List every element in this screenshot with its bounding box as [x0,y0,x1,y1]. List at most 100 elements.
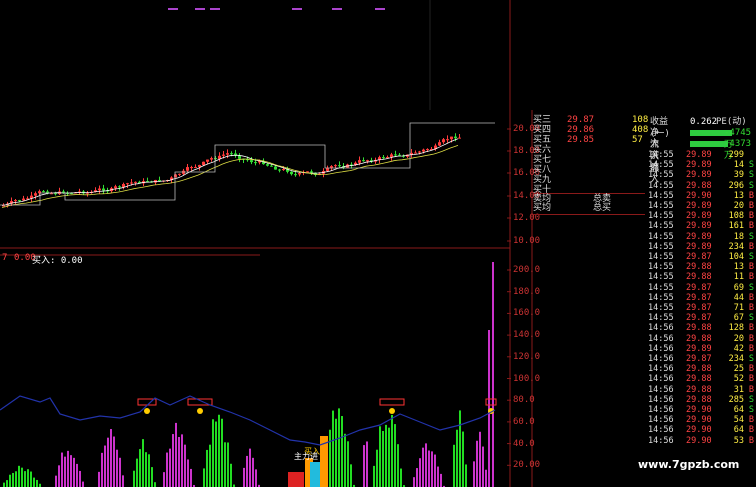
indicator-bar [203,468,205,487]
indicator-axis-tick: 40.0 [513,438,535,449]
indicator-bar [110,429,112,487]
indicator-axis-tick: 160.0 [513,308,541,319]
trade-price: 29.90 [686,435,712,446]
buy-total-label: 总买 [593,203,612,213]
indicator-bar [350,464,352,487]
indicator-bar [151,467,153,487]
candle-body [214,158,217,160]
indicator-bar [172,434,174,487]
candle-body [282,169,285,171]
sub-left-value-1: 7 [2,253,8,263]
indicator-bar [148,454,150,487]
indicator-axis-tick: 100.0 [513,373,541,384]
candle-body [414,152,417,154]
candlestick-series [2,133,461,208]
indicator-bar [187,459,189,487]
candle-body [330,166,333,168]
indicator-bar [382,430,384,487]
candle-body [390,154,393,158]
candle-body [122,184,125,187]
candle-body [98,188,101,191]
indicator-bar [178,436,180,487]
indicator-bar [64,456,66,487]
moving-average-lines [0,122,495,208]
indicator-bar [27,469,29,487]
indicator-bar [252,457,254,487]
candle-body [42,191,45,193]
pe-value: 0.262 [690,117,718,127]
candle-body [18,200,21,202]
indicator-bar [246,455,248,487]
candle-body [358,160,361,163]
candle-body [450,136,453,140]
signal-dot [197,408,203,414]
buy-avg-label: 买均 [533,203,552,213]
indicator-bar [391,414,393,487]
indicator-axis-tick: 120.0 [513,351,541,362]
top-marker [210,8,220,10]
top-marker [332,8,342,10]
indicator-bar [98,471,100,487]
candle-body [362,160,365,162]
indicator-bar [227,442,229,487]
trade-side: B [748,435,754,446]
indicator-bar [212,419,214,487]
indicator-bar [249,448,251,487]
indicator-bar [218,414,220,487]
candle-body [130,182,133,184]
candle-body [398,154,401,156]
candle-body [126,183,129,185]
top-marker [375,8,385,10]
indicator-bar [119,457,121,487]
indicator-bar [344,433,346,487]
candle-body [114,186,117,189]
indicator-bar [101,452,103,487]
indicator-block-red [288,472,304,487]
indicator-bar [67,450,69,487]
indicator-bar [104,445,106,487]
indicator-bar [21,467,23,487]
indicator-bar [70,455,72,487]
indicator-bar [335,418,337,487]
indicator-bar [456,429,458,487]
indicator-bar [154,482,156,487]
indicator-bar [338,408,340,487]
indicator-bar [366,441,368,487]
indicator-bar [329,429,331,487]
indicator-bar [169,448,171,487]
indicator-bar [363,445,365,487]
indicator-bar [142,439,144,487]
candle-body [270,165,273,167]
signal-dot [144,408,150,414]
candle-body [338,165,341,167]
candle-body [118,186,121,188]
indicator-bar [422,447,424,487]
candle-body [178,173,181,175]
candle-body [306,171,309,173]
candle-body [174,174,177,178]
indicator-bar [476,440,478,487]
candle-body [206,159,209,162]
candle-body [34,193,37,196]
trade-row[interactable]: 14:56 29.90 53 B [648,436,754,447]
trade-time: 14:56 [648,435,674,446]
indicator-bar [76,463,78,487]
candle-body [14,200,17,202]
ma-short-line [1,138,459,206]
candle-body [278,169,281,171]
indicator-bar [347,441,349,487]
indicator-bar [388,427,390,487]
sub-indicator-label: 买入: 0.00 [32,256,83,266]
indicator-bar [184,444,186,487]
grid-lines [0,0,533,487]
indicator-bar [139,449,141,487]
candle-body [102,188,105,191]
chart-canvas [0,0,533,487]
candle-body [198,165,201,167]
indicator-bar [163,472,165,487]
candle-body [230,153,233,155]
indicator-bar [166,452,168,487]
signal-marker [485,398,497,406]
candle-body [190,167,193,169]
candle-body [194,166,197,168]
